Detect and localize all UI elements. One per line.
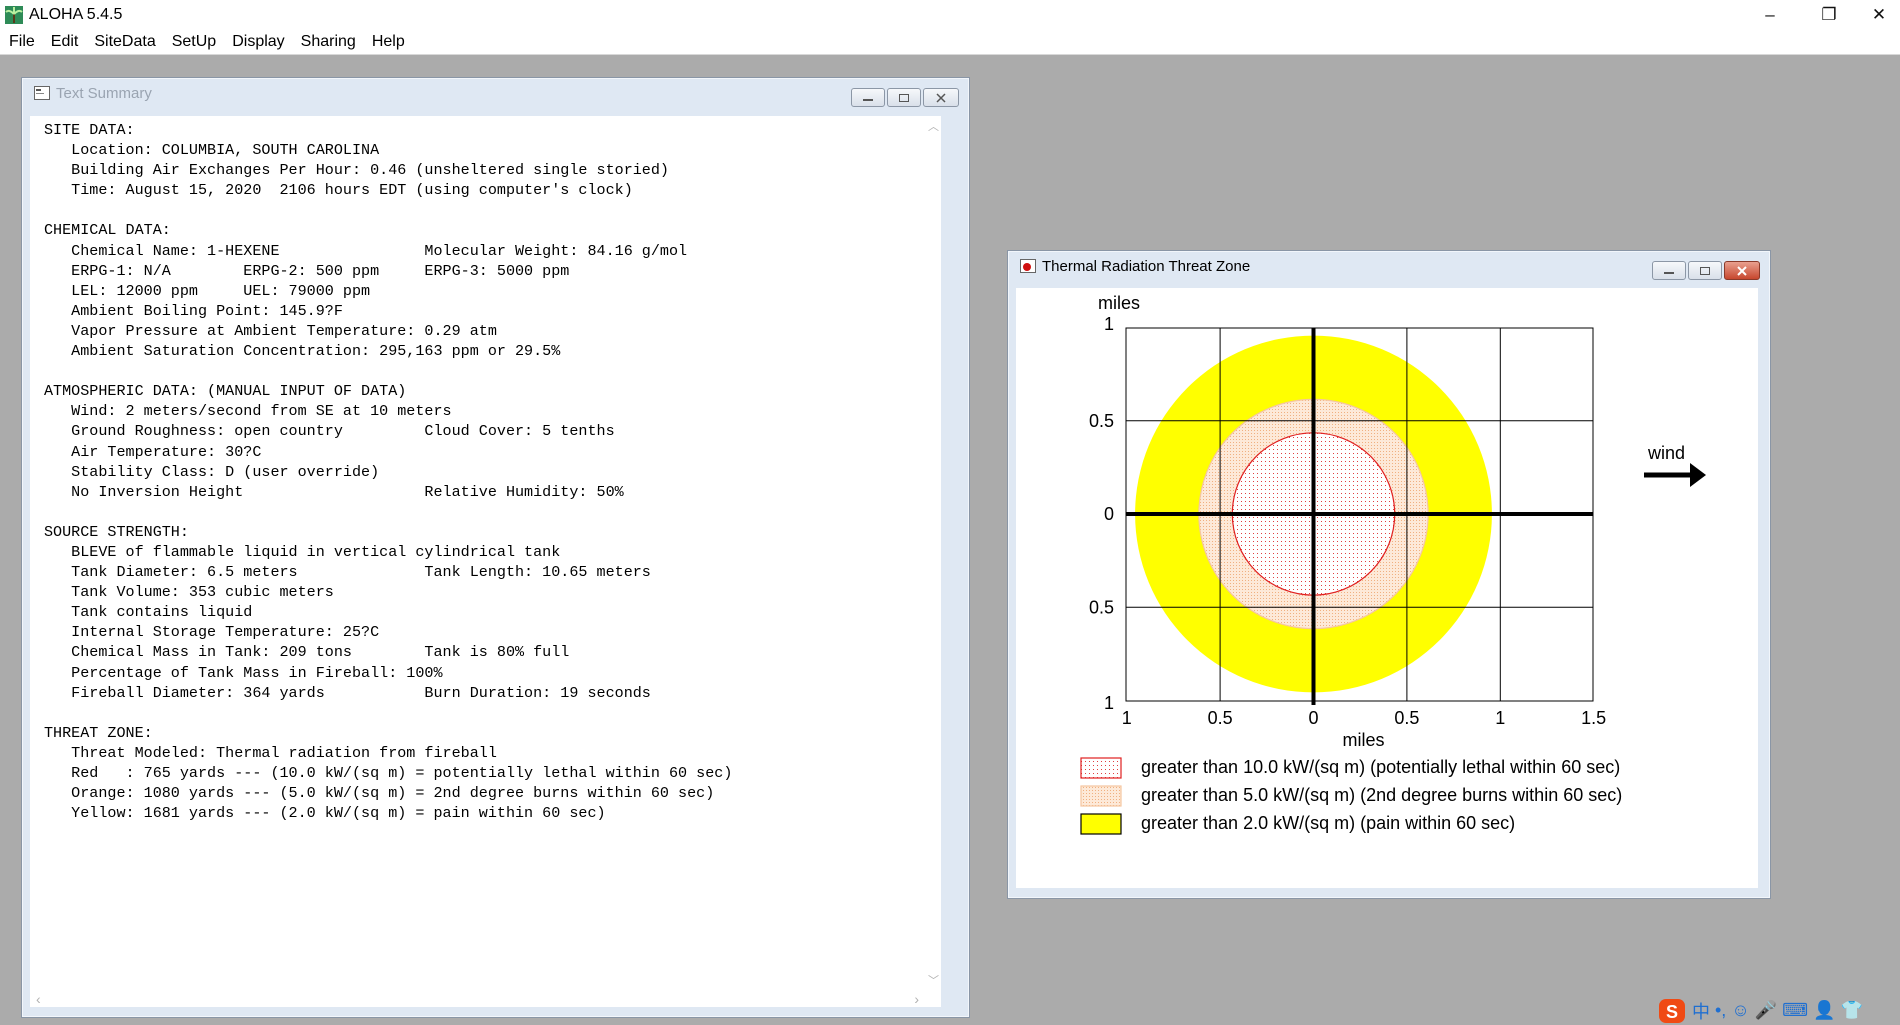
minimize-button[interactable] xyxy=(1652,261,1686,280)
skin-icon[interactable]: 👕 xyxy=(1841,1000,1863,1021)
text-summary-window: Text Summary SITE DATA: Location: COLUMB… xyxy=(21,77,970,1018)
x-axis-unit-label: miles xyxy=(1342,730,1384,750)
x-tick-label: 0.5 xyxy=(1208,708,1233,728)
y-tick-label: 1 xyxy=(1104,314,1114,334)
app-title: ALOHA 5.4.5 xyxy=(29,6,123,23)
close-button[interactable] xyxy=(923,88,959,107)
menu-setup[interactable]: SetUp xyxy=(164,30,224,54)
user-icon[interactable]: 👤 xyxy=(1813,1000,1835,1021)
menu-edit[interactable]: Edit xyxy=(43,30,87,54)
ime-tray: S 中 •, ☺ 🎤 ⌨ 👤 👕 xyxy=(1658,996,1900,1025)
minimize-icon xyxy=(863,98,873,101)
maximize-button[interactable] xyxy=(1688,261,1722,280)
x-tick-label: 1.5 xyxy=(1581,708,1606,728)
scroll-right-arrow-icon[interactable]: › xyxy=(914,991,919,1007)
ime-language-label[interactable]: 中 xyxy=(1692,998,1710,1024)
x-tick-label: 0 xyxy=(1308,708,1318,728)
legend-swatch xyxy=(1080,813,1122,835)
close-icon xyxy=(1737,265,1747,276)
sogou-ime-icon[interactable]: S xyxy=(1658,998,1686,1024)
text-summary-titlebar[interactable]: Text Summary xyxy=(22,78,969,108)
y-tick-label: 0 xyxy=(1104,504,1114,524)
keyboard-icon[interactable]: ⌨ xyxy=(1782,1000,1808,1021)
threat-zone-titlebar[interactable]: Thermal Radiation Threat Zone xyxy=(1008,251,1770,281)
x-tick-label: 1 xyxy=(1495,708,1505,728)
minimize-button[interactable] xyxy=(851,88,885,107)
svg-text:S: S xyxy=(1666,1002,1678,1022)
wind-label: wind xyxy=(1647,443,1685,463)
legend: greater than 10.0 kW/(sq m) (potentially… xyxy=(1080,757,1622,835)
y-axis-unit-label: miles xyxy=(1098,293,1140,313)
punctuation-icon[interactable]: •, xyxy=(1715,1000,1726,1021)
maximize-button[interactable] xyxy=(887,88,921,107)
y-tick-label: 1 xyxy=(1104,693,1114,713)
document-icon xyxy=(34,86,50,100)
menu-help[interactable]: Help xyxy=(364,30,413,54)
text-summary-title: Text Summary xyxy=(56,84,152,102)
x-tick-label: 1 xyxy=(1122,708,1132,728)
y-tick-label: 0.5 xyxy=(1089,597,1114,617)
threat-zone-title: Thermal Radiation Threat Zone xyxy=(1042,257,1251,275)
legend-label: greater than 10.0 kW/(sq m) (potentially… xyxy=(1141,757,1620,777)
maximize-icon xyxy=(1700,266,1710,275)
close-button[interactable]: ✕ xyxy=(1856,0,1900,30)
emoji-icon[interactable]: ☺ xyxy=(1731,1000,1749,1021)
y-tick-label: 0.5 xyxy=(1089,411,1114,431)
horizontal-scrollbar[interactable]: ‹ › xyxy=(30,990,941,1007)
wind-arrow-icon xyxy=(1644,463,1706,487)
threat-zone-chart: miles miles 1 0.5 0 0.5 1 1.5 1 0.5 0 0.5 1 wind g… xyxy=(1080,293,1706,835)
legend-label: greater than 2.0 kW/(sq m) (pain within … xyxy=(1141,813,1515,833)
x-tick-label: 0.5 xyxy=(1394,708,1419,728)
microphone-icon[interactable]: 🎤 xyxy=(1755,1000,1777,1021)
legend-swatch xyxy=(1080,757,1122,779)
restore-button[interactable]: ❐ xyxy=(1806,0,1852,30)
maximize-icon xyxy=(899,93,909,102)
minimize-button[interactable]: – xyxy=(1747,0,1793,30)
close-button[interactable] xyxy=(1724,261,1760,280)
legend-swatch xyxy=(1080,785,1122,807)
menu-file[interactable]: File xyxy=(0,30,43,54)
scroll-down-arrow-icon[interactable]: ﹀ xyxy=(928,972,939,988)
menu-sharing[interactable]: Sharing xyxy=(293,30,364,54)
text-summary-content: SITE DATA: Location: COLUMBIA, SOUTH CAR… xyxy=(30,116,941,1007)
summary-text: SITE DATA: Location: COLUMBIA, SOUTH CAR… xyxy=(44,121,733,823)
threat-zone-window: Thermal Radiation Threat Zone miles mile… xyxy=(1007,250,1771,899)
palm-tree-icon xyxy=(4,5,24,25)
close-icon xyxy=(936,92,946,103)
threat-zone-icon xyxy=(1020,259,1036,273)
menu-display[interactable]: Display xyxy=(224,30,292,54)
threat-zone-plot-area: miles miles 1 0.5 0 0.5 1 1.5 1 0.5 0 0.5 1 wind g… xyxy=(1016,288,1758,888)
app-titlebar: ALOHA 5.4.5 – ❐ ✕ xyxy=(0,0,1900,30)
scroll-up-arrow-icon[interactable]: ︿ xyxy=(928,118,939,134)
minimize-icon xyxy=(1664,271,1674,274)
legend-label: greater than 5.0 kW/(sq m) (2nd degree b… xyxy=(1141,785,1622,805)
vertical-scrollbar[interactable]: ︿ ﹀ xyxy=(924,116,941,990)
menu-sitedata[interactable]: SiteData xyxy=(86,30,163,54)
menubar: File Edit SiteData SetUp Display Sharing… xyxy=(0,30,1900,55)
scroll-left-arrow-icon[interactable]: ‹ xyxy=(36,991,41,1007)
